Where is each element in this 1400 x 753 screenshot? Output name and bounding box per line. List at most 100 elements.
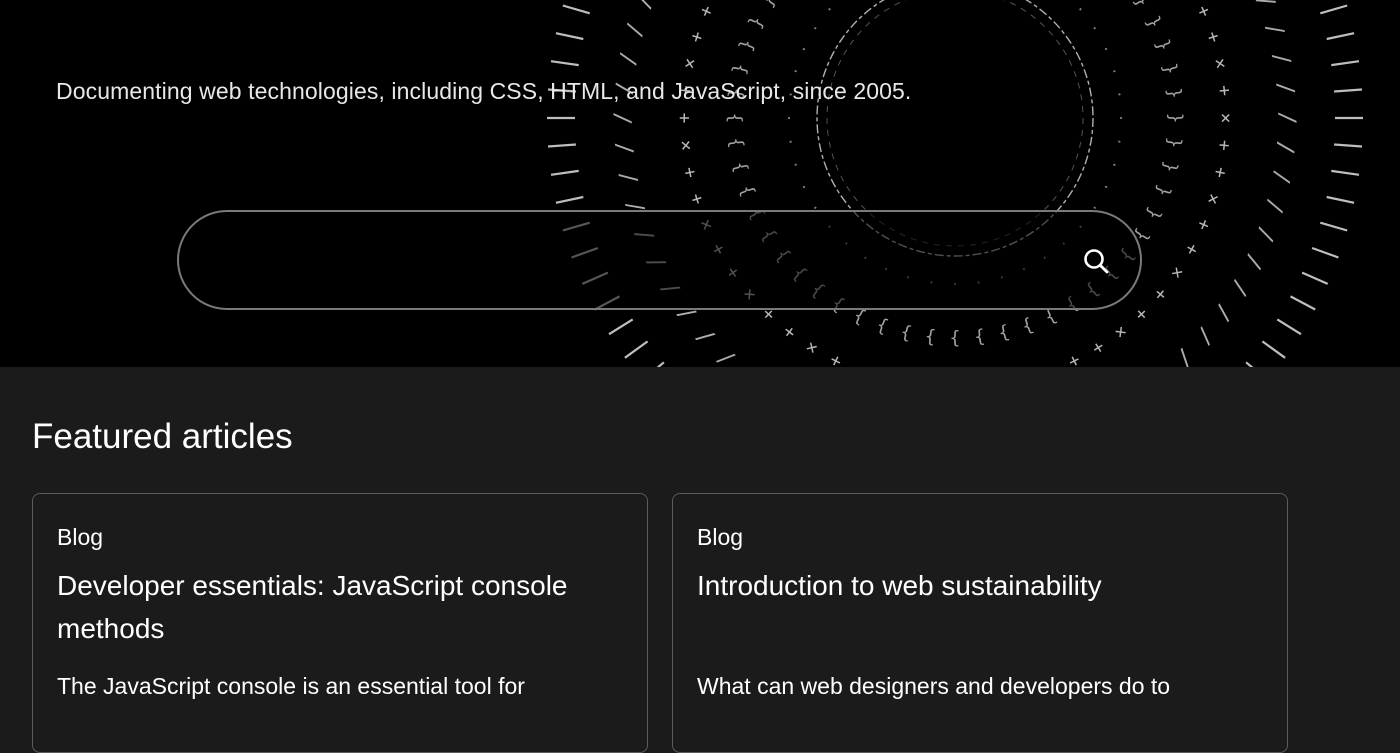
svg-text:×: × (679, 56, 702, 71)
svg-text:.: . (784, 159, 802, 172)
svg-text:+: + (1192, 2, 1216, 20)
svg-text:/: / (1274, 111, 1299, 124)
svg-text:.: . (792, 41, 810, 55)
svg-text:}: } (1159, 159, 1182, 174)
svg-text:+: + (695, 2, 719, 20)
svg-text:}: } (725, 136, 747, 149)
svg-text:/: / (1261, 20, 1289, 39)
svg-text:/: / (1261, 197, 1289, 216)
svg-text:/: / (615, 168, 642, 186)
svg-text:+: + (1209, 165, 1232, 180)
svg-text:/: / (1240, 250, 1268, 273)
featured-articles-section: Featured articles Blog Developer essenti… (0, 367, 1400, 753)
svg-text:}: } (950, 328, 961, 349)
search-bar (177, 210, 1142, 310)
svg-text:+: + (679, 165, 702, 180)
svg-text:+: + (685, 29, 708, 46)
svg-text:×: × (1209, 56, 1232, 71)
svg-text:/: / (1209, 300, 1237, 325)
svg-text:}: } (924, 326, 937, 348)
svg-text:.: . (778, 114, 794, 122)
article-excerpt: What can web designers and developers do… (697, 673, 1171, 699)
svg-text:.: . (1114, 137, 1131, 148)
svg-text:/: / (612, 140, 638, 155)
svg-text:×: × (1040, 360, 1057, 367)
svg-text:}: } (735, 37, 758, 54)
svg-text:}: } (1151, 182, 1174, 199)
svg-text:/: / (1251, 0, 1279, 12)
svg-text:.: . (818, 0, 836, 16)
svg-text:}: } (1142, 204, 1166, 223)
svg-text:}: } (724, 113, 745, 124)
svg-text:/: / (622, 20, 650, 39)
svg-text:.: . (1100, 181, 1118, 195)
svg-text:+: + (1149, 283, 1172, 305)
svg-text:×: × (1215, 113, 1236, 124)
search-input[interactable] (209, 232, 1049, 288)
svg-text:.: . (784, 64, 802, 77)
svg-text:.: . (779, 137, 796, 148)
svg-text:+: + (674, 112, 695, 123)
hero-section: ...................................}}}}}… (0, 0, 1400, 367)
svg-text:/: / (611, 111, 636, 124)
article-excerpt: The JavaScript console is an essential t… (57, 673, 525, 699)
svg-text:}: } (1165, 113, 1186, 124)
search-icon (1084, 249, 1109, 274)
svg-text:+: + (1192, 216, 1216, 234)
svg-text:}: } (1163, 136, 1185, 149)
article-title-link[interactable]: Introduction to web sustainability (697, 564, 1257, 607)
svg-text:+: + (826, 349, 845, 367)
svg-text:}: } (1130, 0, 1154, 11)
svg-text:/: / (615, 50, 642, 68)
svg-text:.: . (1088, 19, 1106, 35)
svg-text:+: + (1088, 336, 1108, 360)
article-category: Blog (697, 524, 744, 550)
svg-text:.: . (1074, 0, 1092, 16)
svg-text:+: + (1180, 239, 1204, 259)
svg-text:/: / (631, 0, 659, 12)
svg-text:+: + (1064, 349, 1083, 367)
svg-text:/: / (1171, 344, 1198, 367)
svg-text:+: + (1201, 29, 1224, 46)
svg-text:+: + (685, 190, 708, 207)
svg-text:}: } (729, 159, 752, 174)
svg-text:/: / (1268, 168, 1295, 186)
svg-text:×: × (802, 336, 822, 360)
svg-text:}: } (1151, 37, 1174, 54)
svg-text:}: } (874, 314, 891, 337)
svg-text:×: × (675, 139, 697, 152)
svg-text:}: } (898, 322, 913, 345)
article-card: Blog Introduction to web sustainability … (672, 493, 1288, 753)
hero-tagline: Documenting web technologies, including … (56, 78, 912, 104)
svg-text:×: × (1201, 191, 1224, 208)
svg-text:}: } (757, 0, 781, 11)
svg-text:.: . (1114, 89, 1131, 100)
search-button[interactable] (1072, 236, 1122, 286)
svg-text:}: } (973, 326, 986, 348)
svg-text:/: / (1268, 50, 1295, 68)
svg-text:}: } (1019, 314, 1036, 337)
svg-text:.: . (1108, 64, 1126, 77)
svg-text:/: / (712, 344, 739, 367)
article-title-link[interactable]: Developer essentials: JavaScript console… (57, 564, 617, 650)
svg-text:.: . (792, 181, 810, 195)
svg-text:+: + (1213, 139, 1235, 152)
svg-text:/: / (692, 323, 720, 349)
article-card: Blog Developer essentials: JavaScript co… (32, 493, 648, 753)
svg-text:/: / (1225, 276, 1253, 300)
svg-text:}: } (745, 13, 769, 32)
svg-text:.: . (804, 19, 822, 35)
svg-text:.: . (1116, 114, 1132, 122)
svg-text:/: / (1272, 140, 1298, 155)
svg-text:}: } (1142, 13, 1166, 32)
svg-text:}: } (729, 61, 752, 76)
svg-text:+: + (779, 320, 801, 343)
svg-text:.: . (1108, 159, 1126, 172)
svg-text:/: / (1272, 81, 1298, 96)
svg-text:}: } (1163, 87, 1185, 100)
hero-decorative-art: ...................................}}}}}… (547, 0, 1363, 367)
featured-articles-heading: Featured articles (32, 417, 293, 456)
svg-text:×: × (1165, 262, 1188, 283)
svg-text:+: + (852, 360, 870, 367)
svg-text:.: . (1100, 41, 1118, 55)
